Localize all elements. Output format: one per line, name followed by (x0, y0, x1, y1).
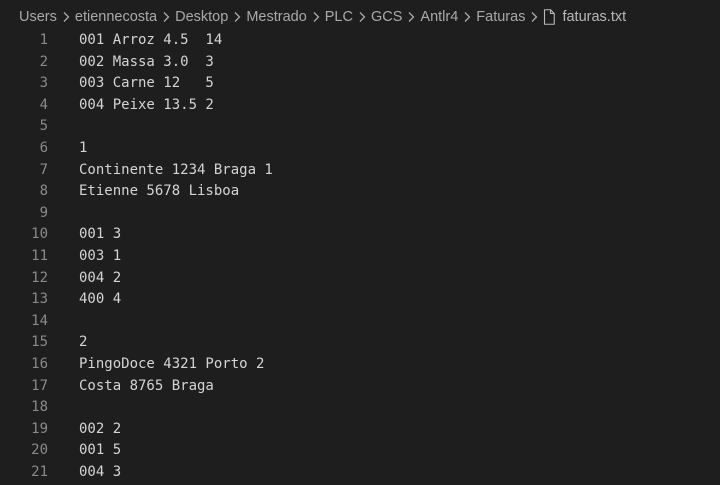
code-line[interactable]: 15 2 (0, 332, 720, 354)
line-text[interactable]: Etienne 5678 Lisboa (79, 181, 239, 203)
breadcrumb-item-faturas[interactable]: Faturas (476, 9, 525, 25)
line-text[interactable]: 001 5 (79, 440, 121, 462)
line-number: 3 (39, 75, 48, 92)
code-line[interactable]: 18 (0, 397, 720, 419)
breadcrumb-file[interactable]: faturas.txt (562, 9, 626, 25)
code-line[interactable]: 4 004 Peixe 13.5 2 (0, 95, 720, 117)
chevron-right-icon (530, 11, 538, 23)
code-line[interactable]: 8 Etienne 5678 Lisboa (0, 181, 720, 203)
chevron-right-icon (463, 11, 471, 23)
line-text[interactable]: Continente 1234 Braga 1 (79, 160, 273, 182)
code-line[interactable]: 2 002 Massa 3.0 3 (0, 52, 720, 74)
code-area[interactable]: 1 001 Arroz 4.5 14 2 002 Massa 3.0 3 3 003 Ca… (0, 30, 720, 483)
line-text[interactable]: 004 Peixe 13.5 2 (79, 95, 214, 117)
chevron-right-icon (162, 11, 170, 23)
line-number: 19 (31, 420, 48, 437)
line-number: 15 (31, 334, 48, 351)
breadcrumb-item-etiennecosta[interactable]: etiennecosta (75, 9, 157, 25)
line-number: 16 (31, 355, 48, 372)
code-line[interactable]: 21 004 3 (0, 462, 720, 484)
breadcrumb: Users etiennecosta Desktop Mestrado PLC … (0, 0, 720, 33)
code-line[interactable]: 7 Continente 1234 Braga 1 (0, 160, 720, 182)
line-text[interactable]: 002 2 (79, 419, 121, 441)
code-line[interactable]: 16 PingoDoce 4321 Porto 2 (0, 354, 720, 376)
line-number: 18 (31, 399, 48, 416)
line-number: 13 (31, 291, 48, 308)
code-line[interactable]: 10 001 3 (0, 224, 720, 246)
line-text[interactable]: 2 (79, 332, 87, 354)
code-line[interactable]: 3 003 Carne 12 5 (0, 73, 720, 95)
line-number: 12 (31, 269, 48, 286)
line-number: 1 (39, 32, 48, 48)
line-number: 17 (31, 377, 48, 394)
chevron-right-icon (358, 11, 366, 23)
code-line[interactable]: 19 002 2 (0, 419, 720, 441)
code-line[interactable]: 1 001 Arroz 4.5 14 (0, 30, 720, 52)
line-number: 5 (39, 118, 48, 135)
line-number: 4 (39, 96, 48, 113)
chevron-right-icon (407, 11, 415, 23)
line-text[interactable]: PingoDoce 4321 Porto 2 (79, 354, 264, 376)
line-number: 8 (39, 183, 48, 200)
line-text[interactable]: 004 3 (79, 462, 121, 484)
chevron-right-icon (312, 11, 320, 23)
line-number: 7 (39, 161, 48, 178)
code-line[interactable]: 11 003 1 (0, 246, 720, 268)
line-number: 6 (39, 139, 48, 156)
line-number: 10 (31, 226, 48, 243)
line-number: 9 (39, 204, 48, 221)
editor-window: Users etiennecosta Desktop Mestrado PLC … (0, 0, 720, 485)
code-line[interactable]: 20 001 5 (0, 440, 720, 462)
line-text[interactable]: 004 2 (79, 268, 121, 290)
code-line[interactable]: 17 Costa 8765 Braga (0, 376, 720, 398)
breadcrumb-item-desktop[interactable]: Desktop (175, 9, 228, 25)
line-number: 2 (39, 53, 48, 70)
line-text[interactable]: 003 1 (79, 246, 121, 268)
chevron-right-icon (233, 11, 241, 23)
breadcrumb-item-users[interactable]: Users (19, 9, 57, 25)
line-number: 21 (31, 463, 48, 480)
line-text[interactable]: 002 Massa 3.0 3 (79, 52, 214, 74)
code-line[interactable]: 9 (0, 203, 720, 225)
line-number: 20 (31, 442, 48, 459)
file-icon (543, 8, 556, 25)
breadcrumb-item-antlr4[interactable]: Antlr4 (420, 9, 458, 25)
code-line[interactable]: 61 (0, 138, 720, 160)
code-line[interactable]: 13 400 4 (0, 289, 720, 311)
line-text[interactable]: 001 Arroz 4.5 14 (79, 30, 222, 52)
line-text[interactable]: 003 Carne 12 5 (79, 73, 214, 95)
line-text[interactable]: 400 4 (79, 289, 121, 311)
line-number: 11 (31, 247, 48, 264)
line-text[interactable]: 1 (79, 138, 87, 160)
breadcrumb-item-plc[interactable]: PLC (325, 9, 353, 25)
breadcrumb-item-gcs[interactable]: GCS (371, 9, 402, 25)
code-line[interactable]: 14 (0, 311, 720, 333)
code-line[interactable]: 12 004 2 (0, 268, 720, 290)
line-text[interactable]: Costa 8765 Braga (79, 376, 214, 398)
line-number: 14 (31, 312, 48, 329)
line-text[interactable]: 001 3 (79, 224, 121, 246)
chevron-right-icon (62, 11, 70, 23)
breadcrumb-item-mestrado[interactable]: Mestrado (246, 9, 306, 25)
code-line[interactable]: 5 (0, 116, 720, 138)
